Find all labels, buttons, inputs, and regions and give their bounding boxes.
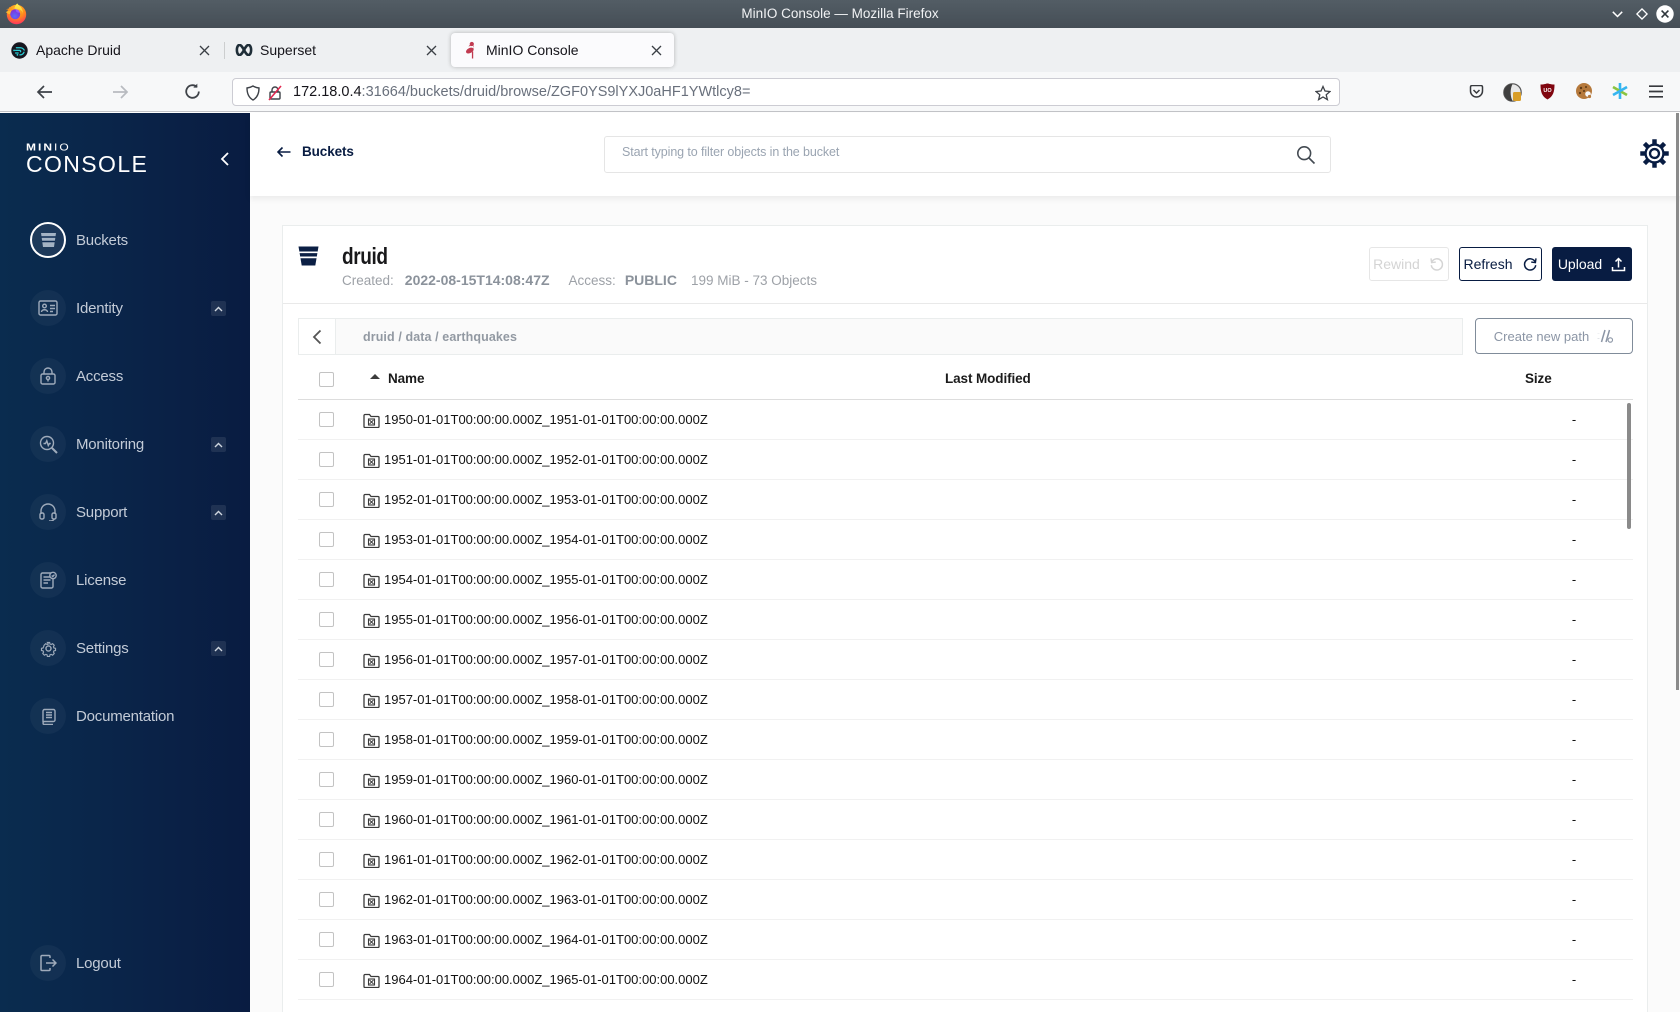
svg-text:UO: UO [1543, 88, 1552, 94]
